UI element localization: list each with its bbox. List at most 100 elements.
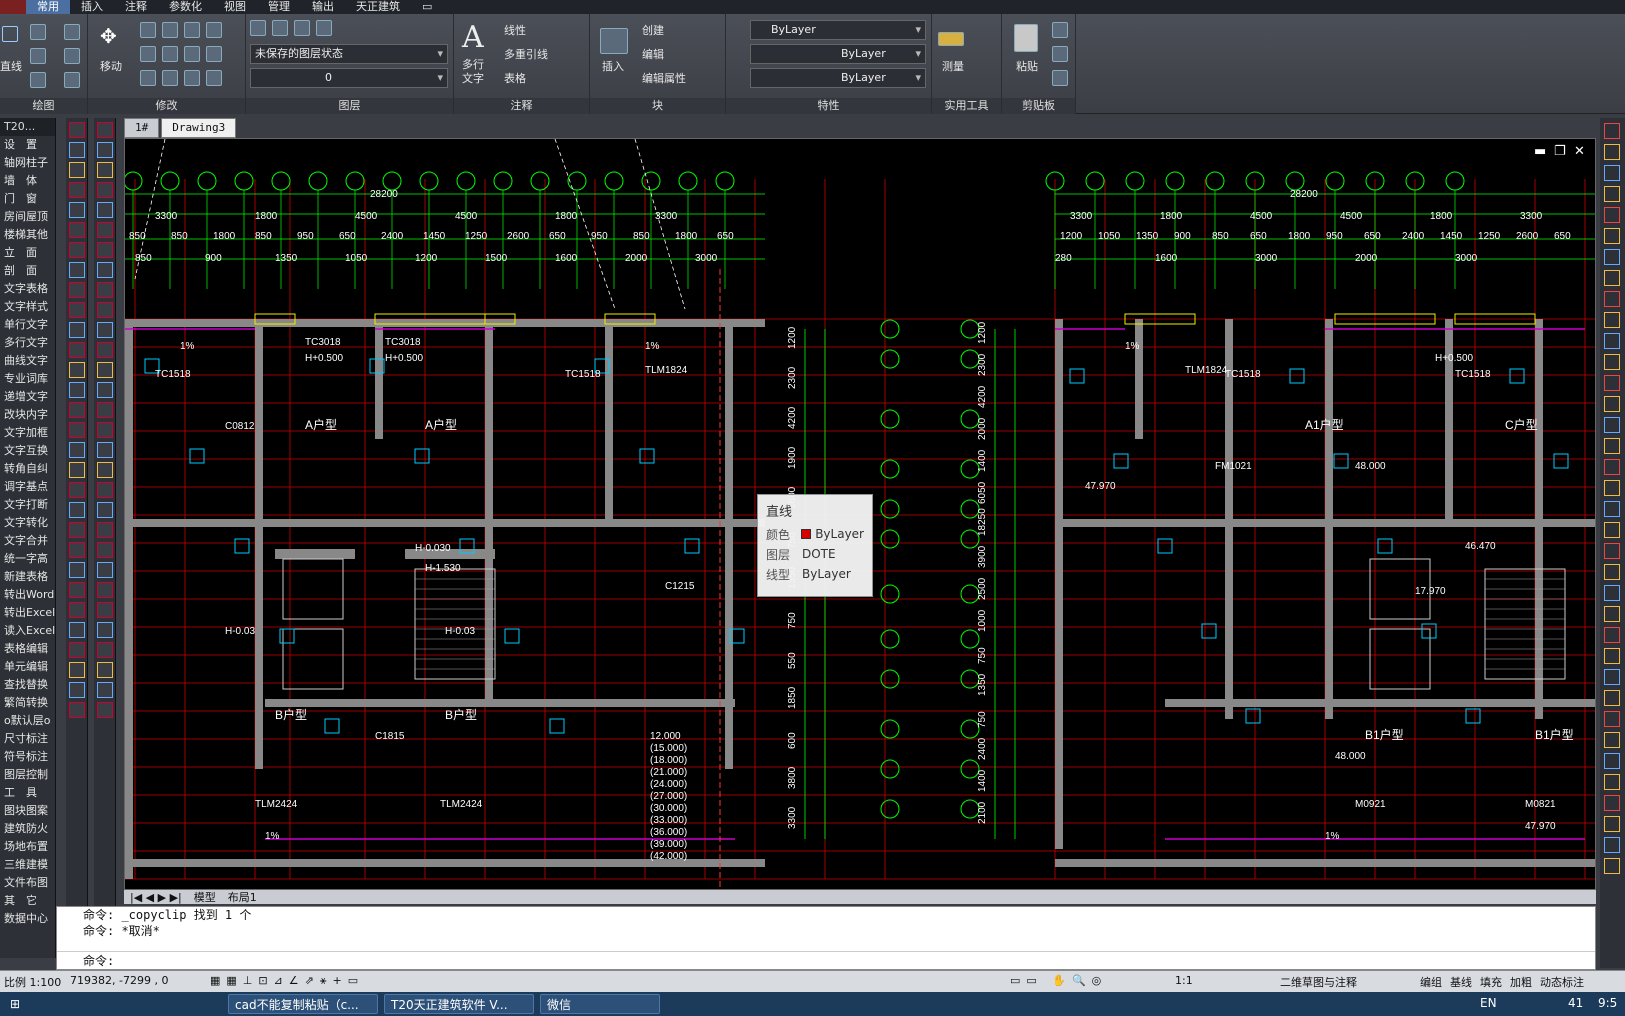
palette-item[interactable]: 文字转化 bbox=[0, 514, 55, 532]
right-tool-icon[interactable] bbox=[1604, 858, 1620, 874]
tangent-tool-icon[interactable] bbox=[69, 242, 85, 258]
right-tool-icon[interactable] bbox=[1604, 270, 1620, 286]
palette-item[interactable]: 转角自纠 bbox=[0, 460, 55, 478]
tangent-tool-icon[interactable] bbox=[69, 442, 85, 458]
palette-item[interactable]: 曲线文字 bbox=[0, 352, 55, 370]
view-tools[interactable]: ▭▭ ✋🔍◎ bbox=[1010, 974, 1107, 987]
palette-item[interactable]: 表格编辑 bbox=[0, 640, 55, 658]
workspace-switcher[interactable]: 二维草图与注释 bbox=[1280, 974, 1357, 990]
right-tool-icon[interactable] bbox=[1604, 501, 1620, 517]
tangent-tool-icon[interactable] bbox=[97, 522, 113, 538]
taskbar-item-t20[interactable]: T20天正建筑软件 V... bbox=[384, 994, 534, 1014]
tangent-tool-icon[interactable] bbox=[97, 482, 113, 498]
right-tool-icon[interactable] bbox=[1604, 732, 1620, 748]
edit-attributes-button[interactable]: 编辑属性 bbox=[642, 70, 686, 86]
right-tool-icon[interactable] bbox=[1604, 228, 1620, 244]
tangent-tool-icon[interactable] bbox=[69, 502, 85, 518]
palette-item[interactable]: 转出Excel bbox=[0, 604, 55, 622]
drawing-scale[interactable]: 比例 1:100 bbox=[4, 974, 61, 990]
tangent-tool-icon[interactable] bbox=[97, 502, 113, 518]
right-tool-icon[interactable] bbox=[1604, 690, 1620, 706]
tangent-tool-icon[interactable] bbox=[97, 382, 113, 398]
input-language[interactable]: EN bbox=[1480, 996, 1497, 1010]
right-tool-icon[interactable] bbox=[1604, 753, 1620, 769]
tangent-tool-icon[interactable] bbox=[69, 462, 85, 478]
cut-icon[interactable] bbox=[1052, 22, 1068, 38]
palette-item[interactable]: 查找替换 bbox=[0, 676, 55, 694]
palette-item[interactable]: 专业词库 bbox=[0, 370, 55, 388]
tangent-tool-icon[interactable] bbox=[69, 142, 85, 158]
right-tool-icon[interactable] bbox=[1604, 669, 1620, 685]
tangent-tool-icon[interactable] bbox=[97, 322, 113, 338]
line-icon[interactable] bbox=[2, 26, 18, 42]
panel-modify-title[interactable]: 修改 bbox=[88, 98, 245, 114]
rotate-icon[interactable] bbox=[140, 22, 156, 38]
tangent-tool-icon[interactable] bbox=[97, 582, 113, 598]
stretch-icon[interactable] bbox=[162, 46, 178, 62]
taskbar-item-wechat[interactable]: 微信 bbox=[540, 994, 660, 1014]
tab-view[interactable]: 视图 bbox=[213, 0, 257, 14]
tangent-tool-icon[interactable] bbox=[69, 682, 85, 698]
tangent-tool-icon[interactable] bbox=[69, 382, 85, 398]
tab-annotate[interactable]: 注释 bbox=[114, 0, 158, 14]
tangent-tool-icon[interactable] bbox=[69, 622, 85, 638]
table-button[interactable]: 表格 bbox=[504, 70, 526, 86]
trim-icon[interactable] bbox=[162, 22, 178, 38]
palette-item[interactable]: 文字加框 bbox=[0, 424, 55, 442]
panel-utilities-title[interactable]: 实用工具 bbox=[932, 98, 1001, 114]
chamfer-icon[interactable] bbox=[206, 70, 222, 86]
status-btn-fill[interactable]: 填充 bbox=[1480, 974, 1502, 990]
tangent-tool-icon[interactable] bbox=[69, 262, 85, 278]
linear-dim-button[interactable]: 线性 bbox=[504, 22, 526, 38]
tangent-tool-icon[interactable] bbox=[69, 322, 85, 338]
panel-layers-title[interactable]: 图层 bbox=[246, 98, 453, 114]
tangent-tool-icon[interactable] bbox=[97, 402, 113, 418]
polyline-icon[interactable] bbox=[30, 24, 46, 40]
tangent-tool-icon[interactable] bbox=[69, 402, 85, 418]
right-tool-icon[interactable] bbox=[1604, 774, 1620, 790]
tangent-tool-icon[interactable] bbox=[69, 162, 85, 178]
tangent-tool-icon[interactable] bbox=[69, 362, 85, 378]
tangent-tool-icon[interactable] bbox=[69, 522, 85, 538]
panel-annotation-title[interactable]: 注释 bbox=[454, 98, 589, 114]
explode-icon[interactable] bbox=[184, 70, 200, 86]
copy-icon[interactable] bbox=[184, 22, 200, 38]
panel-properties-title[interactable]: 特性 bbox=[726, 98, 931, 114]
current-layer-select[interactable]: 0 bbox=[250, 68, 448, 88]
tangent-tool-icon[interactable] bbox=[97, 262, 113, 278]
palette-item[interactable]: 图层控制 bbox=[0, 766, 55, 784]
right-tool-icon[interactable] bbox=[1604, 648, 1620, 664]
tab-insert[interactable]: 插入 bbox=[70, 0, 114, 14]
tangent-tool-icon[interactable] bbox=[97, 662, 113, 678]
tangent-tool-icon[interactable] bbox=[97, 242, 113, 258]
layer-previous-icon[interactable] bbox=[294, 20, 310, 36]
move-icon[interactable]: ✥ bbox=[100, 26, 117, 46]
palette-item[interactable]: 轴网柱子 bbox=[0, 154, 55, 172]
ribbon-minimize-icon[interactable]: ▭ bbox=[411, 0, 443, 14]
tangent-tool-icon[interactable] bbox=[69, 702, 85, 718]
palette-item[interactable]: 三维建模 bbox=[0, 856, 55, 874]
palette-item[interactable]: 立 面 bbox=[0, 244, 55, 262]
palette-item[interactable]: 墙 体 bbox=[0, 172, 55, 190]
tangent-tool-icon[interactable] bbox=[97, 462, 113, 478]
restore-drawing-icon[interactable]: ❐ bbox=[1554, 144, 1566, 159]
tangent-tool-icon[interactable] bbox=[69, 182, 85, 198]
right-tool-icon[interactable] bbox=[1604, 816, 1620, 832]
palette-item[interactable]: 统一字高 bbox=[0, 550, 55, 568]
tangent-tool-icon[interactable] bbox=[97, 342, 113, 358]
tangent-tool-icon[interactable] bbox=[69, 342, 85, 358]
palette-item[interactable]: 递增文字 bbox=[0, 388, 55, 406]
panel-clipboard-title[interactable]: 剪贴板 bbox=[1002, 98, 1075, 114]
palette-item[interactable]: 房间屋顶 bbox=[0, 208, 55, 226]
tangent-tool-icon[interactable] bbox=[69, 582, 85, 598]
layer-state-select[interactable]: 未保存的图层状态 bbox=[250, 44, 448, 64]
palette-item[interactable]: 文件布图 bbox=[0, 874, 55, 892]
tangent-tool-icon[interactable] bbox=[69, 202, 85, 218]
right-tool-icon[interactable] bbox=[1604, 795, 1620, 811]
status-btn-baseline[interactable]: 基线 bbox=[1450, 974, 1472, 990]
palette-item[interactable]: 图块图案 bbox=[0, 802, 55, 820]
right-tool-icon[interactable] bbox=[1604, 837, 1620, 853]
tangent-tool-icon[interactable] bbox=[97, 602, 113, 618]
start-button[interactable]: ⊞ bbox=[4, 994, 26, 1014]
palette-item[interactable]: 剖 面 bbox=[0, 262, 55, 280]
